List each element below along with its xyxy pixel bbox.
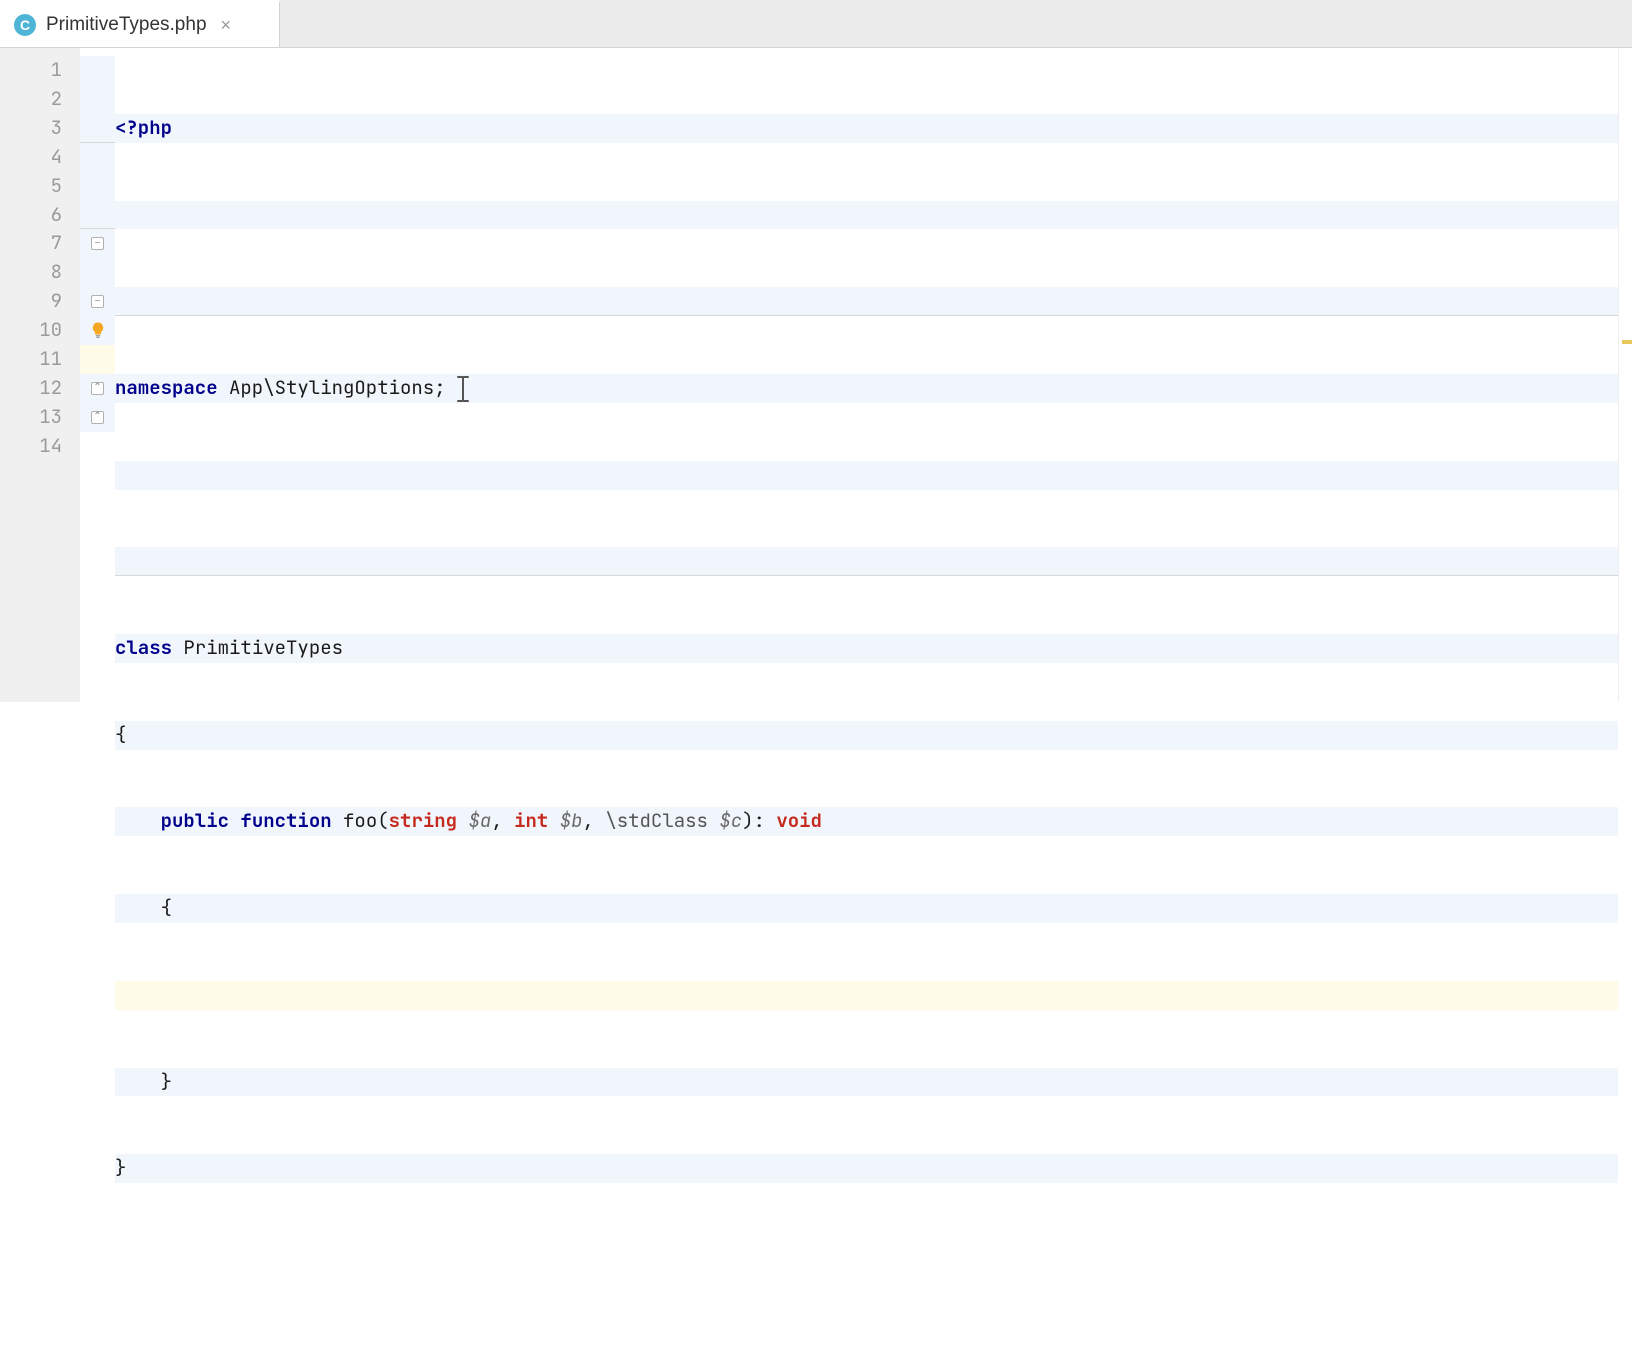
code-line[interactable]: [115, 287, 1618, 316]
code-line[interactable]: public function foo(string $a, int $b, \…: [115, 807, 1618, 836]
code-line[interactable]: namespace App\StylingOptions;: [115, 374, 1618, 403]
code-line[interactable]: {: [115, 894, 1618, 923]
line-number[interactable]: 10: [0, 316, 62, 345]
line-number[interactable]: 7: [0, 229, 62, 258]
line-number[interactable]: 13: [0, 403, 62, 432]
fold-end-icon[interactable]: ⌃: [91, 382, 104, 395]
code-line-current[interactable]: [115, 981, 1618, 1010]
tab-filename: PrimitiveTypes.php: [46, 14, 207, 36]
line-number[interactable]: 4: [0, 143, 62, 172]
class-file-icon: C: [14, 14, 36, 36]
file-tab[interactable]: C PrimitiveTypes.php ×: [0, 0, 280, 47]
code-line[interactable]: [115, 201, 1618, 230]
fold-gutter: − − ⌃ ⌃: [80, 48, 115, 702]
code-line[interactable]: [115, 547, 1618, 576]
editor: 1 2 3 4 5 6 7 8 9 10 11 12 13 14 − − ⌃: [0, 48, 1632, 702]
tab-bar: C PrimitiveTypes.php ×: [0, 0, 1632, 48]
intention-bulb-icon[interactable]: [89, 321, 107, 339]
stripe-marker-icon[interactable]: [1622, 340, 1632, 344]
code-line[interactable]: [115, 1241, 1618, 1270]
code-line[interactable]: class PrimitiveTypes: [115, 634, 1618, 663]
error-stripe[interactable]: [1618, 48, 1632, 702]
line-number[interactable]: 5: [0, 172, 62, 201]
line-number[interactable]: 2: [0, 85, 62, 114]
line-number[interactable]: 11: [0, 345, 62, 374]
fold-toggle-icon[interactable]: −: [91, 295, 104, 308]
line-number[interactable]: 12: [0, 374, 62, 403]
line-number-gutter[interactable]: 1 2 3 4 5 6 7 8 9 10 11 12 13 14: [0, 48, 80, 702]
line-number[interactable]: 3: [0, 114, 62, 143]
close-tab-icon[interactable]: ×: [221, 15, 232, 36]
code-line[interactable]: {: [115, 721, 1618, 750]
fold-toggle-icon[interactable]: −: [91, 237, 104, 250]
code-editor-area[interactable]: <?php namespace App\StylingOptions; clas…: [115, 48, 1618, 702]
code-line[interactable]: [115, 461, 1618, 490]
line-number[interactable]: 8: [0, 258, 62, 287]
line-number[interactable]: 14: [0, 432, 62, 461]
code-line[interactable]: }: [115, 1154, 1618, 1183]
line-number[interactable]: 6: [0, 201, 62, 230]
line-number[interactable]: 1: [0, 56, 62, 85]
code-line[interactable]: <?php: [115, 114, 1618, 143]
fold-end-icon[interactable]: ⌃: [91, 411, 104, 424]
code-line[interactable]: }: [115, 1068, 1618, 1097]
line-number[interactable]: 9: [0, 287, 62, 316]
